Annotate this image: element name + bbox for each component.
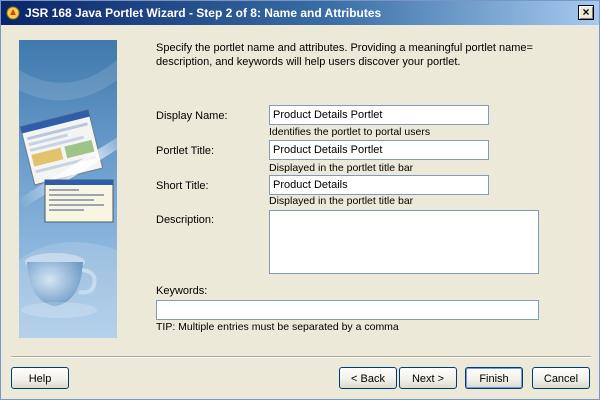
wizard-illustration (19, 40, 117, 338)
description-textarea[interactable] (269, 210, 539, 274)
help-button[interactable]: Help (11, 367, 69, 389)
keywords-input[interactable] (156, 300, 539, 320)
finish-button[interactable]: Finish (465, 367, 523, 389)
illustration-graphic (19, 60, 117, 338)
short-title-hint: Displayed in the portlet title bar (269, 195, 414, 207)
cancel-button[interactable]: Cancel (532, 367, 590, 389)
display-name-input[interactable] (269, 105, 489, 125)
window-title: JSR 168 Java Portlet Wizard - Step 2 of … (25, 6, 382, 20)
back-button[interactable]: < Back (339, 367, 397, 389)
portlet-title-label: Portlet Title: (156, 145, 215, 157)
next-button[interactable]: Next > (399, 367, 457, 389)
wizard-dialog: JSR 168 Java Portlet Wizard - Step 2 of … (0, 0, 600, 400)
title-bar[interactable]: JSR 168 Java Portlet Wizard - Step 2 of … (1, 1, 599, 25)
intro-text: Specify the portlet name and attributes.… (156, 42, 533, 68)
display-name-label: Display Name: (156, 110, 228, 122)
portlet-title-hint: Displayed in the portlet title bar (269, 162, 414, 174)
keywords-tip: TIP: Multiple entries must be separated … (156, 321, 399, 333)
portlet-title-input[interactable] (269, 140, 489, 160)
short-title-label: Short Title: (156, 180, 209, 192)
oracle-wizard-icon (6, 6, 20, 20)
close-icon: × (582, 5, 590, 19)
keywords-label: Keywords: (156, 285, 208, 297)
short-title-input[interactable] (269, 175, 489, 195)
close-button[interactable]: × (578, 5, 594, 20)
button-separator (11, 356, 591, 358)
display-name-hint: Identifies the portlet to portal users (269, 126, 431, 138)
description-label: Description: (156, 214, 215, 226)
